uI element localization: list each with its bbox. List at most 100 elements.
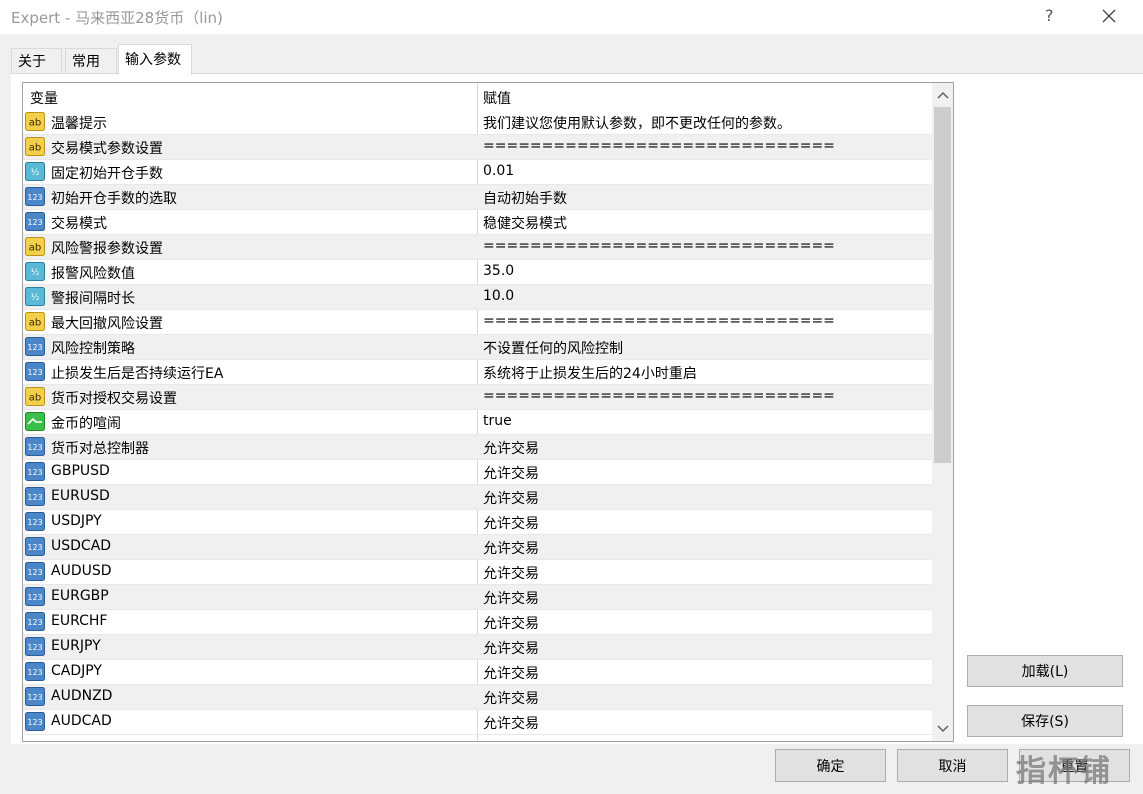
table-row[interactable]: 123 GBPUSD 允许交易 bbox=[23, 460, 932, 485]
table-row[interactable]: 123 交易模式 稳健交易模式 bbox=[23, 210, 932, 235]
table-row[interactable]: ½ 报警风险数值 35.0 bbox=[23, 260, 932, 285]
table-row[interactable]: 123 初始开仓手数的选取 自动初始手数 bbox=[23, 185, 932, 210]
variable-value[interactable]: 允许交易 bbox=[483, 513, 539, 533]
integer-type-icon: 123 bbox=[25, 362, 45, 381]
table-row[interactable]: 123 EURGBP 允许交易 bbox=[23, 585, 932, 610]
ok-button[interactable]: 确定 bbox=[775, 749, 886, 782]
svg-text:123: 123 bbox=[27, 543, 42, 552]
variable-value[interactable]: 允许交易 bbox=[483, 463, 539, 483]
integer-type-icon: 123 bbox=[25, 587, 45, 606]
table-row[interactable]: ab 温馨提示 我们建议您使用默认参数，即不更改任何的参数。 bbox=[23, 110, 932, 135]
variable-value[interactable]: 允许交易 bbox=[483, 613, 539, 633]
variable-value[interactable]: 稳健交易模式 bbox=[483, 213, 567, 233]
header-variable[interactable]: 变量 bbox=[30, 88, 58, 108]
variable-name: EURCHF bbox=[51, 613, 108, 629]
variable-name: 金币的喧闹 bbox=[51, 416, 121, 432]
variable-value[interactable]: 允许交易 bbox=[483, 663, 539, 683]
variable-name: 交易模式参数设置 bbox=[51, 141, 163, 157]
variable-value[interactable]: true bbox=[483, 413, 512, 429]
vertical-scrollbar[interactable] bbox=[932, 83, 953, 741]
scroll-down-button[interactable] bbox=[932, 719, 953, 739]
variable-name: GBPUSD bbox=[51, 463, 110, 479]
variable-value[interactable]: 允许交易 bbox=[483, 638, 539, 658]
table-row[interactable]: ½ 固定初始开仓手数 0.01 bbox=[23, 160, 932, 185]
scrollbar-thumb[interactable] bbox=[934, 107, 951, 463]
cancel-button[interactable]: 取消 bbox=[897, 749, 1008, 782]
variable-name: AUDCAD bbox=[51, 713, 112, 729]
variable-value[interactable]: 系统将于止损发生后的24小时重启 bbox=[483, 363, 697, 383]
table-row[interactable]: ab 交易模式参数设置 ============================== bbox=[23, 135, 932, 160]
variable-value[interactable]: 允许交易 bbox=[483, 538, 539, 558]
variable-value[interactable]: 允许交易 bbox=[483, 488, 539, 508]
table-row[interactable]: ab 货币对授权交易设置 =============================… bbox=[23, 385, 932, 410]
variable-value[interactable]: 0.01 bbox=[483, 163, 514, 179]
variable-name: 货币对授权交易设置 bbox=[51, 391, 177, 407]
load-button[interactable]: 加载(L) bbox=[967, 655, 1123, 687]
svg-text:123: 123 bbox=[27, 643, 42, 652]
svg-text:½: ½ bbox=[31, 168, 40, 178]
svg-text:123: 123 bbox=[27, 443, 42, 452]
table-row[interactable]: 123 EURCHF 允许交易 bbox=[23, 610, 932, 635]
variable-name: 最大回撤风险设置 bbox=[51, 316, 163, 332]
variable-value[interactable]: 不设置任何的风险控制 bbox=[483, 338, 623, 358]
variable-name: 温馨提示 bbox=[51, 116, 107, 132]
variable-name: 交易模式 bbox=[51, 216, 107, 232]
variable-value[interactable]: 允许交易 bbox=[483, 713, 539, 733]
integer-type-icon: 123 bbox=[25, 687, 45, 706]
integer-type-icon: 123 bbox=[25, 712, 45, 731]
table-row[interactable]: 123 AUDCAD 允许交易 bbox=[23, 710, 932, 735]
close-button[interactable] bbox=[1094, 2, 1124, 30]
table-row[interactable]: ½ 警报间隔时长 10.0 bbox=[23, 285, 932, 310]
variable-value[interactable]: 允许交易 bbox=[483, 563, 539, 583]
variable-value[interactable]: 10.0 bbox=[483, 288, 514, 304]
table-row[interactable]: 123 AUDUSD 允许交易 bbox=[23, 560, 932, 585]
variable-value[interactable]: 35.0 bbox=[483, 263, 514, 279]
variable-value[interactable]: ============================== bbox=[483, 238, 835, 254]
variable-value[interactable]: ============================== bbox=[483, 313, 835, 329]
variable-name: EURGBP bbox=[51, 588, 109, 604]
table-row[interactable]: 123 USDCAD 允许交易 bbox=[23, 535, 932, 560]
variable-name: 止损发生后是否持续运行EA bbox=[51, 366, 224, 382]
variable-value[interactable]: 允许交易 bbox=[483, 438, 539, 458]
table-row[interactable]: ab 风险警报参数设置 ============================== bbox=[23, 235, 932, 260]
table-row[interactable]: 123 EURJPY 允许交易 bbox=[23, 635, 932, 660]
save-button[interactable]: 保存(S) bbox=[967, 705, 1123, 737]
variable-name: 固定初始开仓手数 bbox=[51, 166, 163, 182]
tab-about[interactable]: 关于 bbox=[11, 48, 62, 74]
integer-type-icon: 123 bbox=[25, 562, 45, 581]
variable-name: 警报间隔时长 bbox=[51, 291, 135, 307]
scroll-up-button[interactable] bbox=[932, 85, 953, 105]
variable-name: AUDNZD bbox=[51, 688, 113, 704]
double-type-icon: ½ bbox=[25, 287, 45, 306]
table-row[interactable]: 123 风险控制策略 不设置任何的风险控制 bbox=[23, 335, 932, 360]
integer-type-icon: 123 bbox=[25, 612, 45, 631]
integer-type-icon: 123 bbox=[25, 462, 45, 481]
variable-value[interactable]: 我们建议您使用默认参数，即不更改任何的参数。 bbox=[483, 113, 791, 133]
close-icon bbox=[1102, 9, 1116, 23]
table-row[interactable]: 123 止损发生后是否持续运行EA 系统将于止损发生后的24小时重启 bbox=[23, 360, 932, 385]
header-value[interactable]: 赋值 bbox=[483, 88, 511, 108]
table-row[interactable]: 123 货币对总控制器 允许交易 bbox=[23, 435, 932, 460]
table-row[interactable]: 123 EURUSD 允许交易 bbox=[23, 485, 932, 510]
table-row[interactable]: 123 AUDNZD 允许交易 bbox=[23, 685, 932, 710]
variable-value[interactable]: 允许交易 bbox=[483, 588, 539, 608]
integer-type-icon: 123 bbox=[25, 212, 45, 231]
table-row[interactable]: ab 最大回撤风险设置 ============================== bbox=[23, 310, 932, 335]
table-row[interactable]: 123 CADJPY 允许交易 bbox=[23, 660, 932, 685]
integer-type-icon: 123 bbox=[25, 662, 45, 681]
tab-common[interactable]: 常用 bbox=[65, 48, 117, 74]
help-button[interactable]: ? bbox=[1045, 6, 1054, 25]
window-title: Expert - 马来西亚28货币（lin) bbox=[11, 9, 223, 27]
svg-text:123: 123 bbox=[27, 518, 42, 527]
variable-value[interactable]: ============================== bbox=[483, 388, 835, 404]
variable-value[interactable]: 自动初始手数 bbox=[483, 188, 567, 208]
table-row[interactable]: 123 USDJPY 允许交易 bbox=[23, 510, 932, 535]
svg-text:ab: ab bbox=[29, 393, 41, 404]
table-row[interactable]: 金币的喧闹 true bbox=[23, 410, 932, 435]
variable-value[interactable]: 允许交易 bbox=[483, 688, 539, 708]
bool-type-icon bbox=[25, 412, 45, 431]
grid-rows: ab 温馨提示 我们建议您使用默认参数，即不更改任何的参数。 ab 交易模式参数设置 ==… bbox=[23, 110, 932, 735]
tab-inputs[interactable]: 输入参数 bbox=[118, 44, 192, 75]
variable-name: EURJPY bbox=[51, 638, 101, 654]
variable-value[interactable]: ============================== bbox=[483, 138, 835, 154]
